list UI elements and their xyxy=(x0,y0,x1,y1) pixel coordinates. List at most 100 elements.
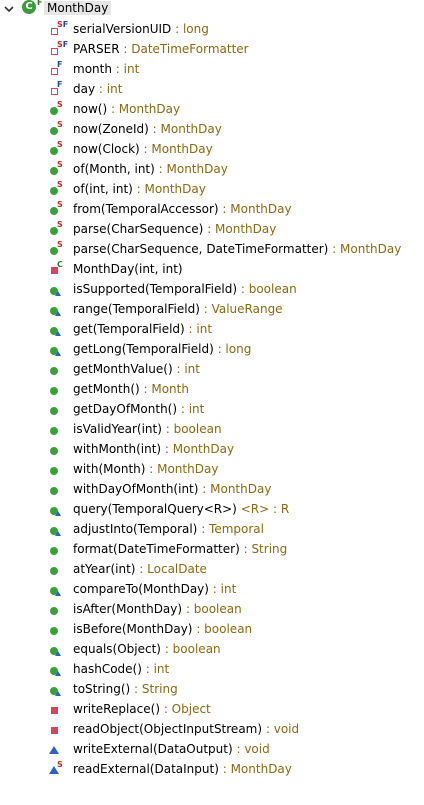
member-return-type: : boolean xyxy=(237,282,297,296)
member-icon-group: S xyxy=(48,121,72,139)
member-icon-group: SF xyxy=(48,20,72,39)
member-icon-group: S xyxy=(48,241,72,259)
member-row[interactable]: Snow(Clock) : MonthDay xyxy=(0,140,424,160)
member-row[interactable]: Fday : int xyxy=(0,80,424,100)
member-row[interactable]: SF serialVersionUID : long xyxy=(0,20,424,40)
member-row[interactable]: query(TemporalQuery<R>) <R> : R xyxy=(0,500,424,520)
member-row[interactable]: toString() : String xyxy=(0,680,424,700)
member-row[interactable]: Sparse(CharSequence, DateTimeFormatter) … xyxy=(0,240,424,260)
member-signature: of(Month, int) xyxy=(73,162,155,176)
override-triangle-icon xyxy=(55,691,61,696)
member-row[interactable]: readObject(ObjectInputStream) : void xyxy=(0,720,424,740)
member-row[interactable]: SreadExternal(DataInput) : MonthDay xyxy=(0,760,424,780)
member-icon-group xyxy=(48,523,72,539)
member-return-type: : int xyxy=(111,62,140,76)
member-icon-group xyxy=(48,623,72,639)
member-label: now(Clock) : MonthDay xyxy=(73,141,213,157)
member-signature: parse(CharSequence) xyxy=(73,222,204,236)
member-icon-group xyxy=(48,323,72,339)
member-row[interactable]: withDayOfMonth(int) : MonthDay xyxy=(0,480,424,500)
member-signature: equals(Object) xyxy=(73,642,161,656)
member-row[interactable]: range(TemporalField) : ValueRange xyxy=(0,300,424,320)
member-row[interactable]: isValidYear(int) : boolean xyxy=(0,420,424,440)
member-row[interactable]: adjustInto(Temporal) : Temporal xyxy=(0,520,424,540)
member-icon-group xyxy=(48,283,72,299)
member-label: PARSER : DateTimeFormatter xyxy=(73,41,249,57)
member-signature: writeExternal(DataOutput) xyxy=(73,742,233,756)
override-triangle-icon xyxy=(55,591,61,596)
public-method-icon xyxy=(50,567,58,575)
member-label: adjustInto(Temporal) : Temporal xyxy=(73,521,264,537)
member-label: getMonth() : Month xyxy=(73,381,189,397)
member-label: getMonthValue() : int xyxy=(73,361,200,377)
member-row[interactable]: isSupported(TemporalField) : boolean xyxy=(0,280,424,300)
member-signature: now(Clock) xyxy=(73,142,140,156)
member-row[interactable]: writeReplace() : Object xyxy=(0,700,424,720)
member-signature: withMonth(int) xyxy=(73,442,162,456)
member-return-type: : R xyxy=(269,502,290,516)
member-icon-group: S xyxy=(48,141,72,159)
member-row[interactable]: Sof(int, int) : MonthDay xyxy=(0,180,424,200)
member-row[interactable]: getDayOfMonth() : int xyxy=(0,400,424,420)
member-row[interactable]: isBefore(MonthDay) : boolean xyxy=(0,620,424,640)
tree-root-monthday[interactable]: C F MonthDay xyxy=(0,0,424,20)
member-signature: toString() xyxy=(73,682,131,696)
member-row[interactable]: Snow(ZoneId) : MonthDay xyxy=(0,120,424,140)
member-row[interactable]: getMonth() : Month xyxy=(0,380,424,400)
member-label: withDayOfMonth(int) : MonthDay xyxy=(73,481,271,497)
member-label: MonthDay(int, int) xyxy=(73,261,183,277)
member-row[interactable]: Sof(Month, int) : MonthDay xyxy=(0,160,424,180)
member-label: with(Month) : MonthDay xyxy=(73,461,218,477)
member-return-type: : boolean xyxy=(161,642,221,656)
private-field-icon xyxy=(51,28,58,35)
member-return-type: : MonthDay xyxy=(203,222,277,236)
member-signature: hashCode() xyxy=(73,662,142,676)
member-row[interactable]: Snow() : MonthDay xyxy=(0,100,424,120)
member-row[interactable]: C MonthDay(int, int) xyxy=(0,260,424,280)
member-return-type: : MonthDay xyxy=(145,462,219,476)
member-return-type: : int xyxy=(172,362,200,376)
member-row[interactable]: getMonthValue() : int xyxy=(0,360,424,380)
member-icon-group: F xyxy=(48,61,72,79)
member-row[interactable]: isAfter(MonthDay) : boolean xyxy=(0,600,424,620)
member-row[interactable]: SF PARSER : DateTimeFormatter xyxy=(0,40,424,60)
override-triangle-icon xyxy=(55,671,61,676)
public-method-icon xyxy=(50,447,58,455)
member-label: now() : MonthDay xyxy=(73,101,180,117)
member-return-type: : MonthDay xyxy=(198,482,272,496)
member-row[interactable]: atYear(int) : LocalDate xyxy=(0,560,424,580)
member-return-type: : int xyxy=(208,582,237,596)
member-return-type: : Object xyxy=(160,702,211,716)
member-icon-group xyxy=(48,503,72,519)
member-icon-group: C xyxy=(48,261,72,279)
member-signature: format(DateTimeFormatter) xyxy=(73,542,240,556)
member-label: getLong(TemporalField) : long xyxy=(73,341,251,357)
member-label: writeExternal(DataOutput) : void xyxy=(73,741,270,757)
member-icon-group xyxy=(48,363,72,379)
member-row[interactable]: get(TemporalField) : int xyxy=(0,320,424,340)
class-name: MonthDay xyxy=(44,1,112,15)
member-row[interactable]: equals(Object) : boolean xyxy=(0,640,424,660)
member-row[interactable]: Sfrom(TemporalAccessor) : MonthDay xyxy=(0,200,424,220)
member-return-type: : Temporal xyxy=(197,522,264,536)
member-signature: day xyxy=(73,82,96,96)
member-signature: atYear(int) xyxy=(73,562,136,576)
member-signature: readExternal(DataInput) xyxy=(73,762,219,776)
member-row[interactable]: Sparse(CharSequence) : MonthDay xyxy=(0,220,424,240)
member-row[interactable]: format(DateTimeFormatter) : String xyxy=(0,540,424,560)
member-icon-group xyxy=(48,543,72,559)
chevron-down-icon[interactable] xyxy=(4,4,14,14)
member-row[interactable]: getLong(TemporalField) : long xyxy=(0,340,424,360)
member-row[interactable]: Fmonth : int xyxy=(0,60,424,80)
member-row[interactable]: hashCode() : int xyxy=(0,660,424,680)
member-return-type: : int xyxy=(184,322,213,336)
public-method-icon xyxy=(50,367,58,375)
public-method-icon xyxy=(50,387,58,395)
member-row[interactable]: writeExternal(DataOutput) : void xyxy=(0,740,424,760)
member-return-type: : void xyxy=(232,742,270,756)
modifier-badge: SF xyxy=(57,20,69,29)
member-return-type: : int xyxy=(141,662,170,676)
member-row[interactable]: withMonth(int) : MonthDay xyxy=(0,440,424,460)
member-row[interactable]: with(Month) : MonthDay xyxy=(0,460,424,480)
member-row[interactable]: compareTo(MonthDay) : int xyxy=(0,580,424,600)
